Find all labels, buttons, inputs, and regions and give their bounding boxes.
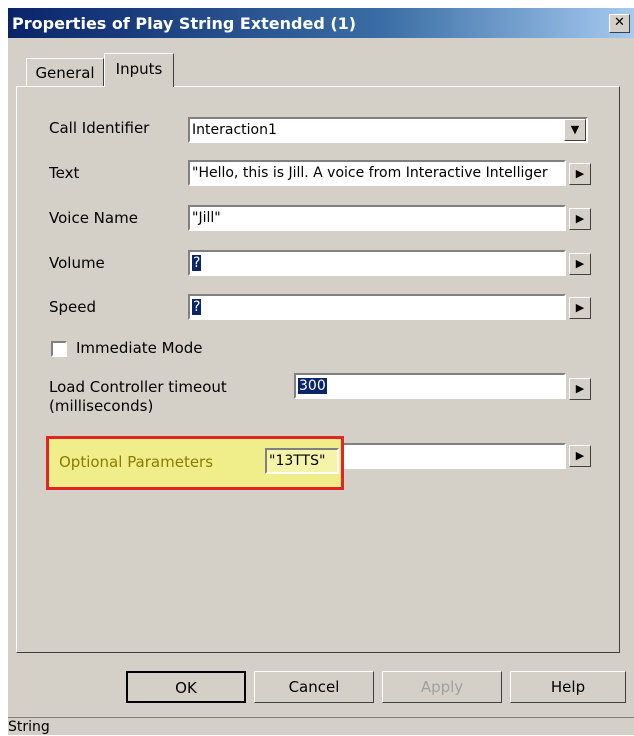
load-controller-timeout-value: 300 bbox=[298, 378, 327, 394]
text-value: "Hello, this is Jill. A voice from Inter… bbox=[192, 165, 548, 181]
cancel-button[interactable]: Cancel bbox=[254, 671, 374, 703]
speed-arrow-icon[interactable]: ▶ bbox=[569, 297, 591, 319]
tab-general[interactable]: General bbox=[26, 58, 104, 86]
optional-parameters-input-extension[interactable] bbox=[328, 443, 566, 469]
load-controller-timeout-label: Load Controller timeout bbox=[49, 378, 227, 396]
immediate-mode-checkbox[interactable] bbox=[51, 341, 67, 357]
status-bar: String bbox=[8, 717, 634, 735]
close-icon[interactable]: ✕ bbox=[609, 14, 630, 33]
volume-arrow-icon[interactable]: ▶ bbox=[569, 253, 591, 275]
optional-parameters-highlight: Optional Parameters "13TTS" bbox=[46, 436, 344, 490]
optional-parameters-label: Optional Parameters bbox=[59, 453, 214, 471]
call-identifier-label: Call Identifier bbox=[49, 119, 150, 137]
apply-button[interactable]: Apply bbox=[382, 671, 502, 703]
properties-dialog: Properties of Play String Extended (1) ✕… bbox=[8, 8, 634, 735]
volume-label: Volume bbox=[49, 254, 105, 272]
voice-name-arrow-icon[interactable]: ▶ bbox=[569, 208, 591, 230]
call-identifier-select[interactable]: Interaction1 bbox=[188, 117, 588, 143]
optional-parameters-arrow-icon[interactable]: ▶ bbox=[569, 445, 591, 467]
load-controller-timeout-unit-label: (milliseconds) bbox=[49, 397, 154, 415]
text-browse-arrow-icon[interactable]: ▶ bbox=[569, 163, 591, 185]
help-button[interactable]: Help bbox=[510, 671, 626, 703]
voice-name-value: "Jill" bbox=[192, 210, 221, 226]
speed-label: Speed bbox=[49, 298, 97, 316]
optional-parameters-input[interactable]: "13TTS" bbox=[265, 448, 339, 474]
immediate-mode-label: Immediate Mode bbox=[76, 339, 203, 357]
chevron-down-icon[interactable]: ▼ bbox=[564, 119, 586, 141]
status-text: String bbox=[8, 719, 50, 735]
title-bar: Properties of Play String Extended (1) ✕ bbox=[8, 8, 634, 38]
volume-input[interactable]: ? bbox=[188, 250, 566, 276]
voice-name-input[interactable]: "Jill" bbox=[188, 205, 566, 231]
text-input[interactable]: "Hello, this is Jill. A voice from Inter… bbox=[188, 160, 566, 186]
text-label: Text bbox=[49, 164, 80, 182]
speed-input[interactable]: ? bbox=[188, 294, 566, 320]
call-identifier-value: Interaction1 bbox=[192, 122, 277, 138]
volume-value: ? bbox=[192, 255, 202, 271]
voice-name-label: Voice Name bbox=[49, 209, 138, 227]
window-title: Properties of Play String Extended (1) bbox=[12, 14, 357, 33]
tab-inputs[interactable]: Inputs bbox=[104, 53, 174, 87]
ok-button[interactable]: OK bbox=[126, 671, 246, 703]
load-controller-timeout-input[interactable]: 300 bbox=[294, 373, 566, 399]
speed-value: ? bbox=[192, 299, 202, 315]
optional-parameters-value: "13TTS" bbox=[269, 453, 326, 469]
load-controller-timeout-arrow-icon[interactable]: ▶ bbox=[569, 378, 591, 400]
